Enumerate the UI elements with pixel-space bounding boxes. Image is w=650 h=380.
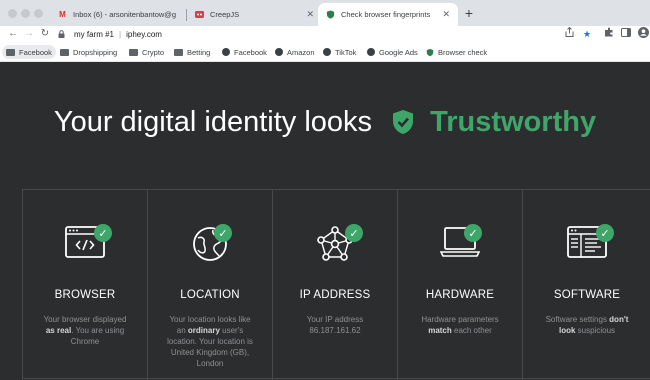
window-close-button[interactable] bbox=[8, 9, 17, 18]
bookmark-label: Amazon bbox=[287, 47, 315, 57]
bookmarks-bar: Facebook Dropshipping Crypto Betting Fac… bbox=[0, 42, 650, 62]
bookmark-folder-betting[interactable]: Betting bbox=[170, 45, 214, 59]
tab-creepjs[interactable]: CreepJS ✕ bbox=[187, 3, 322, 26]
extensions-icon[interactable] bbox=[602, 27, 616, 41]
description-text: each other bbox=[451, 326, 492, 335]
card-ip-address: ✓ IP ADDRESS Your IP address 86.187.161.… bbox=[273, 190, 398, 380]
description-emphasis: as real bbox=[45, 326, 72, 335]
lock-icon bbox=[58, 30, 66, 38]
bookmark-star-icon[interactable]: ★ bbox=[580, 27, 594, 41]
globe-icon bbox=[366, 48, 375, 57]
description-text: . You are using Chrome bbox=[70, 326, 125, 346]
description-text: Hardware parameters bbox=[421, 315, 499, 324]
bookmark-label: Browser check bbox=[438, 47, 488, 57]
card-description: Hardware parameters match each other bbox=[414, 314, 506, 336]
card-browser: ✓ BROWSER Your browser displayed as real… bbox=[23, 190, 148, 380]
card-location: ✓ LOCATION Your location looks like an o… bbox=[148, 190, 273, 380]
tab-label: CreepJS bbox=[210, 10, 240, 19]
gmail-icon: M bbox=[59, 10, 66, 19]
laptop-icon bbox=[398, 226, 522, 258]
back-arrow-icon[interactable]: ← bbox=[6, 26, 20, 42]
creepjs-icon bbox=[195, 10, 204, 19]
bookmark-label: TikTok bbox=[335, 47, 357, 57]
globe-icon bbox=[221, 48, 230, 57]
headline-prefix: Your digital identity looks bbox=[53, 106, 373, 138]
profile-avatar-icon[interactable] bbox=[636, 27, 650, 41]
globe-icon bbox=[274, 48, 283, 57]
profile-label: my farm #1 bbox=[74, 29, 115, 39]
network-icon bbox=[273, 226, 397, 262]
reload-icon[interactable]: ↻ bbox=[38, 26, 52, 42]
new-tab-button[interactable]: + bbox=[461, 5, 477, 21]
card-description: Software settings don't look suspicious bbox=[539, 314, 635, 336]
browser-toolbar: ← → ↻ my farm #1 | iphey.com ★ bbox=[0, 26, 650, 42]
address-separator: | bbox=[119, 29, 122, 39]
url-text: iphey.com bbox=[126, 29, 162, 39]
check-badge-icon: ✓ bbox=[94, 224, 112, 242]
description-text: Your browser displayed bbox=[43, 315, 127, 324]
bookmark-label: Facebook bbox=[234, 47, 267, 57]
check-badge-icon: ✓ bbox=[214, 224, 232, 242]
share-icon[interactable] bbox=[562, 26, 576, 41]
page-headline: Your digital identity looks Trustworthy bbox=[0, 106, 650, 143]
card-hardware: ✓ HARDWARE Hardware parameters match eac… bbox=[398, 190, 523, 380]
description-emphasis: match bbox=[428, 326, 452, 335]
close-tab-icon[interactable]: ✕ bbox=[442, 9, 450, 20]
card-description: Your browser displayed as real. You are … bbox=[39, 314, 131, 347]
check-cards: ✓ BROWSER Your browser displayed as real… bbox=[22, 189, 650, 380]
globe-icon bbox=[322, 48, 331, 57]
bookmark-label: Betting bbox=[187, 47, 211, 57]
bookmark-label: Crypto bbox=[142, 47, 165, 57]
folder-icon bbox=[129, 48, 138, 57]
bookmark-folder-facebook[interactable]: Facebook bbox=[2, 45, 56, 59]
description-text: Software settings bbox=[545, 315, 610, 324]
bookmark-label: Google Ads bbox=[379, 47, 418, 57]
shield-icon bbox=[425, 48, 434, 57]
window-maximize-button[interactable] bbox=[34, 9, 43, 18]
page-content: Your digital identity looks Trustworthy bbox=[0, 62, 650, 380]
description-text: Your IP address 86.187.161.62 bbox=[306, 315, 364, 335]
check-badge-icon: ✓ bbox=[596, 224, 614, 242]
card-software: ✓ SOFTWARE Software settings don't look … bbox=[523, 190, 650, 380]
bookmark-label: Facebook bbox=[19, 47, 52, 57]
software-window-icon bbox=[523, 226, 650, 258]
close-tab-icon[interactable]: ✕ bbox=[306, 9, 314, 20]
address-bar[interactable]: my farm #1 | iphey.com bbox=[58, 26, 598, 42]
trust-status: Trustworthy bbox=[430, 106, 597, 138]
check-badge-icon: ✓ bbox=[464, 224, 482, 242]
description-emphasis: ordinary bbox=[187, 326, 220, 335]
tab-gmail[interactable]: M Inbox (6) - arsonitenbantow@g bbox=[50, 3, 185, 26]
folder-icon bbox=[6, 48, 15, 57]
tab-strip: M Inbox (6) - arsonitenbantow@g CreepJS … bbox=[0, 0, 650, 26]
card-title: IP ADDRESS bbox=[299, 289, 371, 301]
sidebar-panel-icon[interactable] bbox=[619, 27, 633, 41]
bookmark-folder-dropshipping[interactable]: Dropshipping bbox=[56, 45, 121, 59]
trust-shield-icon bbox=[392, 109, 414, 143]
bookmark-tiktok[interactable]: TikTok bbox=[318, 45, 360, 59]
folder-icon bbox=[174, 48, 183, 57]
card-title: HARDWARE bbox=[425, 289, 495, 301]
forward-arrow-icon[interactable]: → bbox=[22, 26, 36, 42]
card-description: Your IP address 86.187.161.62 bbox=[289, 314, 381, 336]
card-title: LOCATION bbox=[180, 289, 240, 301]
shield-icon bbox=[326, 10, 335, 19]
code-window-icon bbox=[23, 226, 147, 258]
card-description: Your location looks like an ordinary use… bbox=[164, 314, 256, 369]
description-text: suspicious bbox=[575, 326, 616, 335]
window-minimize-button[interactable] bbox=[21, 9, 30, 18]
bookmark-label: Dropshipping bbox=[73, 47, 118, 57]
tab-check-browser[interactable]: Check browser fingerprints ✕ bbox=[318, 3, 458, 26]
tab-label: Check browser fingerprints bbox=[341, 10, 431, 19]
check-badge-icon: ✓ bbox=[345, 224, 363, 242]
card-title: SOFTWARE bbox=[553, 289, 621, 301]
card-title: BROWSER bbox=[54, 289, 116, 301]
bookmark-amazon[interactable]: Amazon bbox=[270, 45, 319, 59]
bookmark-folder-crypto[interactable]: Crypto bbox=[125, 45, 168, 59]
folder-icon bbox=[60, 48, 69, 57]
tab-label: Inbox (6) - arsonitenbantow@g bbox=[73, 10, 177, 19]
bookmark-facebook[interactable]: Facebook bbox=[217, 45, 271, 59]
globe-icon bbox=[148, 226, 272, 262]
bookmark-google-ads[interactable]: Google Ads bbox=[362, 45, 422, 59]
bookmark-browser-check[interactable]: Browser check bbox=[421, 45, 491, 59]
